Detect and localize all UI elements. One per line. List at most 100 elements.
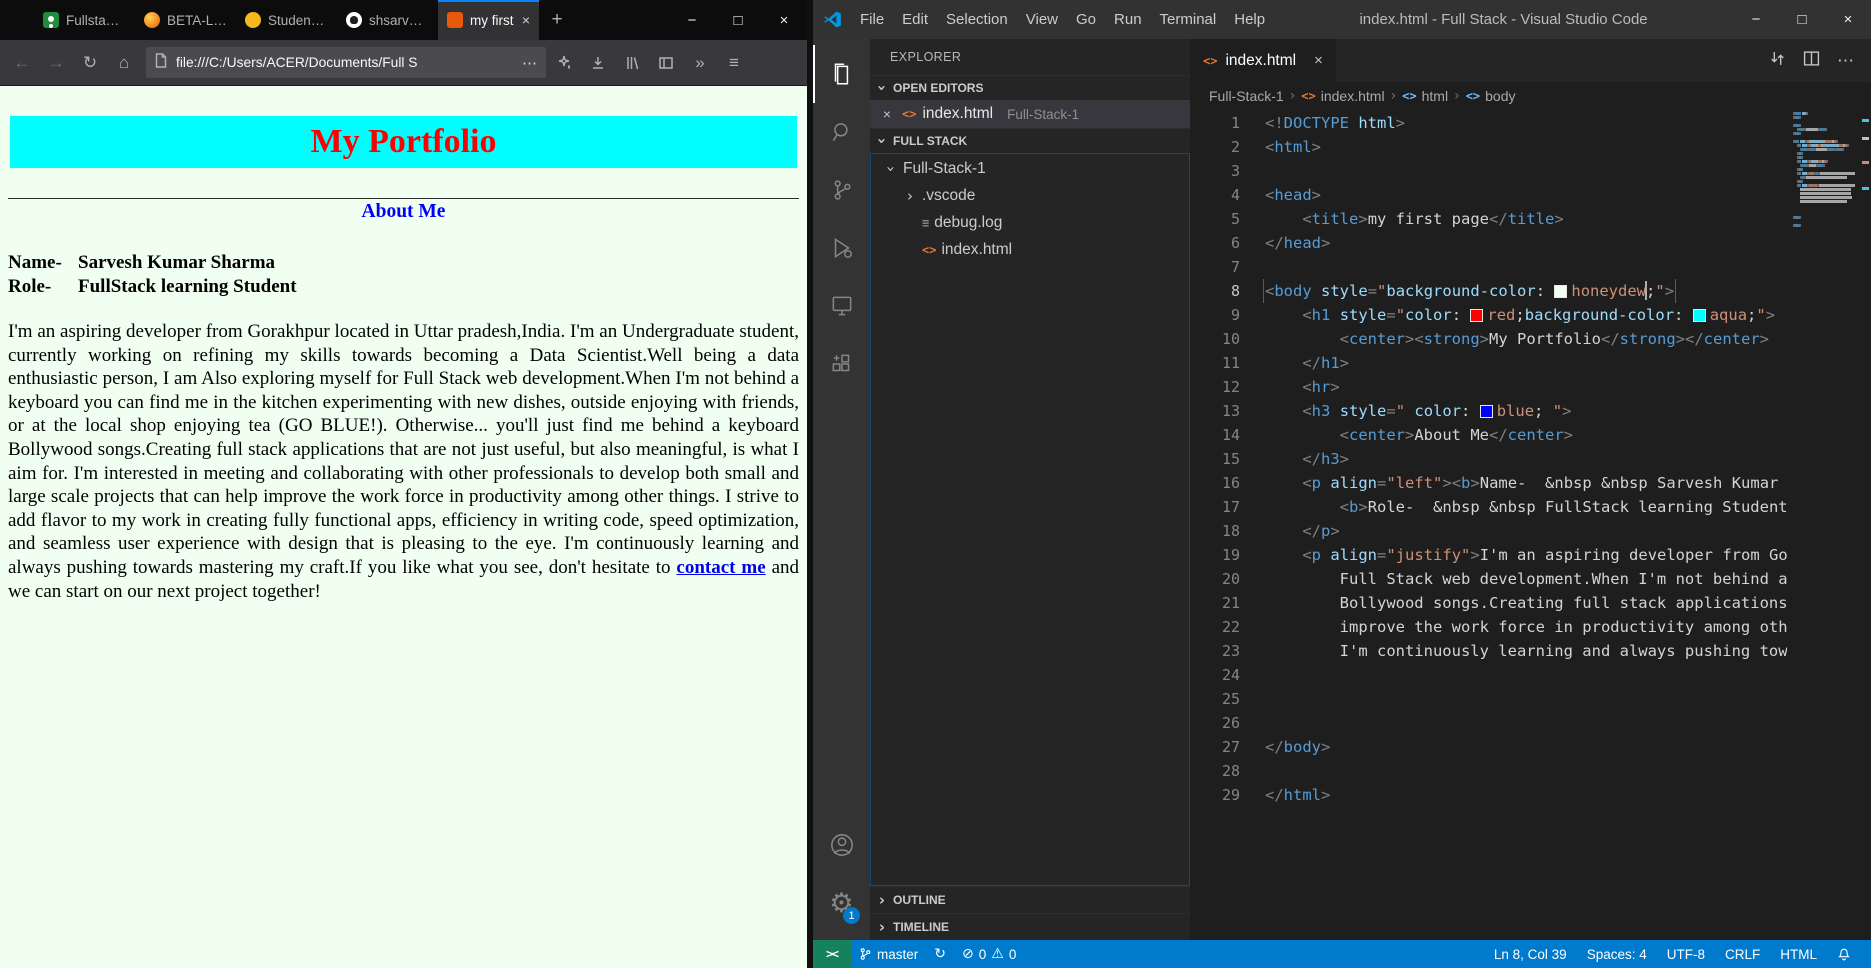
compare-changes-icon[interactable] [1769, 50, 1786, 72]
extensions-icon[interactable] [813, 335, 870, 393]
code-line-21[interactable]: 21 Bollywood songs.Creating full stack a… [1190, 591, 1787, 615]
code-line-7[interactable]: 7 [1190, 255, 1787, 279]
code-line-24[interactable]: 24 [1190, 663, 1787, 687]
code-line-27[interactable]: 27 </body> [1190, 735, 1787, 759]
sync-icon[interactable]: ↻ [926, 940, 954, 968]
close-tab-icon[interactable]: × [1314, 52, 1323, 69]
vscode-minimize-button[interactable]: − [1733, 11, 1779, 28]
code-line-22[interactable]: 22 improve the work force in productivit… [1190, 615, 1787, 639]
split-editor-icon[interactable] [1803, 50, 1820, 72]
code-line-14[interactable]: 14 <center>About Me</center> [1190, 423, 1787, 447]
source-control-icon[interactable] [813, 161, 870, 219]
code-line-28[interactable]: 28 [1190, 759, 1787, 783]
menu-go[interactable]: Go [1067, 0, 1105, 39]
overview-ruler[interactable] [1861, 109, 1869, 940]
account-icon[interactable] [813, 816, 870, 874]
status-item-2[interactable]: UTF-8 [1657, 940, 1715, 968]
status-item-4[interactable]: HTML [1770, 940, 1827, 968]
browser-tab-1[interactable]: Fullsta… [34, 0, 135, 40]
open-editors-header[interactable]: › OPEN EDITORS [870, 75, 1190, 100]
code-line-23[interactable]: 23 I'm continuously learning and always … [1190, 639, 1787, 663]
close-editor-icon[interactable]: × [878, 106, 896, 122]
problems-item[interactable]: ⊘ 0 ⚠ 0 [954, 940, 1024, 968]
menu-view[interactable]: View [1017, 0, 1067, 39]
firefox-maximize-button[interactable]: □ [715, 0, 761, 40]
code-line-6[interactable]: 6 </head> [1190, 231, 1787, 255]
code-line-25[interactable]: 25 [1190, 687, 1787, 711]
menu-run[interactable]: Run [1105, 0, 1151, 39]
menu-terminal[interactable]: Terminal [1151, 0, 1226, 39]
code-line-13[interactable]: 13 <h3 style=" color: blue; "> [1190, 399, 1787, 423]
code-line-5[interactable]: 5 <title>my first page</title> [1190, 207, 1787, 231]
new-tab-button[interactable]: + [539, 0, 575, 40]
tree-item-index-html[interactable]: <> index.html [870, 236, 1190, 263]
code-line-11[interactable]: 11 </h1> [1190, 351, 1787, 375]
code-line-20[interactable]: 20 Full Stack web development.When I'm n… [1190, 567, 1787, 591]
tree-item-full-stack-1[interactable]: › Full-Stack-1 [870, 155, 1190, 182]
settings-gear-icon[interactable]: ⚙ 1 [813, 874, 870, 932]
breadcrumb-html[interactable]: <> html [1402, 88, 1448, 104]
browser-tab-5[interactable]: my first… × [438, 0, 539, 40]
code-line-2[interactable]: 2 <html> [1190, 135, 1787, 159]
status-item-1[interactable]: Spaces: 4 [1577, 940, 1657, 968]
code-line-9[interactable]: 9 <h1 style="color: red;background-color… [1190, 303, 1787, 327]
search-icon[interactable] [813, 103, 870, 161]
menu-selection[interactable]: Selection [937, 0, 1017, 39]
section-header-timeline[interactable]: › TIMELINE [870, 913, 1190, 940]
code-line-16[interactable]: 16 <p align="left"><b>Name- &nbsp &nbsp … [1190, 471, 1787, 495]
code-line-8[interactable]: 8 <body style="background-color: honeydew… [1190, 279, 1787, 303]
breadcrumb-full-stack-1[interactable]: Full-Stack-1 [1209, 88, 1284, 104]
open-editor-item-indexhtml[interactable]: × <> index.html Full-Stack-1 [870, 100, 1190, 128]
browser-tab-3[interactable]: Studen… [236, 0, 337, 40]
editor-tab-indexhtml[interactable]: <> index.html × [1190, 39, 1336, 82]
git-branch-item[interactable]: master [851, 940, 926, 968]
sparkle-star-icon[interactable] [548, 47, 580, 79]
firefox-close-button[interactable]: × [761, 0, 807, 40]
status-item-3[interactable]: CRLF [1715, 940, 1770, 968]
remote-explorer-icon[interactable] [813, 277, 870, 335]
tree-item--vscode[interactable]: › .vscode [870, 182, 1190, 209]
page-actions-icon[interactable]: ⋯ [522, 54, 538, 72]
status-item-0[interactable]: Ln 8, Col 39 [1484, 940, 1577, 968]
contact-me-link[interactable]: contact me [676, 557, 765, 578]
browser-tab-2[interactable]: BETA-L… [135, 0, 236, 40]
run-debug-icon[interactable] [813, 219, 870, 277]
menu-edit[interactable]: Edit [893, 0, 937, 39]
hamburger-menu-icon[interactable]: ≡ [718, 47, 750, 79]
breadcrumb-index.html[interactable]: <> index.html [1301, 88, 1384, 104]
menu-help[interactable]: Help [1225, 0, 1274, 39]
menu-file[interactable]: File [851, 0, 893, 39]
home-button[interactable]: ⌂ [108, 47, 140, 79]
code-line-15[interactable]: 15 </h3> [1190, 447, 1787, 471]
section-header-outline[interactable]: › OUTLINE [870, 886, 1190, 913]
tree-item-debug-log[interactable]: ≡ debug.log [870, 209, 1190, 236]
overflow-chevrons-icon[interactable]: » [684, 47, 716, 79]
folder-section-header[interactable]: › FULL STACK [870, 128, 1190, 153]
notifications-bell-icon[interactable] [1827, 940, 1861, 968]
code-line-18[interactable]: 18 </p> [1190, 519, 1787, 543]
breadcrumb-body[interactable]: <> body [1466, 88, 1516, 104]
code-line-1[interactable]: 1 <!DOCTYPE html> [1190, 111, 1787, 135]
vscode-maximize-button[interactable]: □ [1779, 11, 1825, 28]
code-line-29[interactable]: 29 </html> [1190, 783, 1787, 807]
code-line-4[interactable]: 4 <head> [1190, 183, 1787, 207]
code-line-12[interactable]: 12 <hr> [1190, 375, 1787, 399]
url-bar[interactable]: file:///C:/Users/ACER/Documents/Full S ⋯ [146, 47, 546, 78]
downloads-icon[interactable] [582, 47, 614, 79]
reload-button[interactable]: ↻ [74, 47, 106, 79]
tab-close-icon[interactable]: × [522, 12, 530, 28]
library-icon[interactable] [616, 47, 648, 79]
sidebar-toggle-icon[interactable] [650, 47, 682, 79]
more-actions-icon[interactable]: ⋯ [1837, 51, 1855, 71]
code-line-19[interactable]: 19 <p align="justify">I'm an aspiring de… [1190, 543, 1787, 567]
explorer-icon[interactable] [813, 45, 870, 103]
remote-indicator[interactable]: >< [813, 940, 851, 968]
minimap[interactable] [1793, 112, 1855, 228]
back-button[interactable]: ← [6, 47, 38, 79]
code-line-26[interactable]: 26 [1190, 711, 1787, 735]
firefox-minimize-button[interactable]: − [669, 0, 715, 40]
browser-tab-4[interactable]: shsarv… [337, 0, 438, 40]
code-line-3[interactable]: 3 [1190, 159, 1787, 183]
code-line-10[interactable]: 10 <center><strong>My Portfolio</strong>… [1190, 327, 1787, 351]
forward-button[interactable]: → [40, 47, 72, 79]
